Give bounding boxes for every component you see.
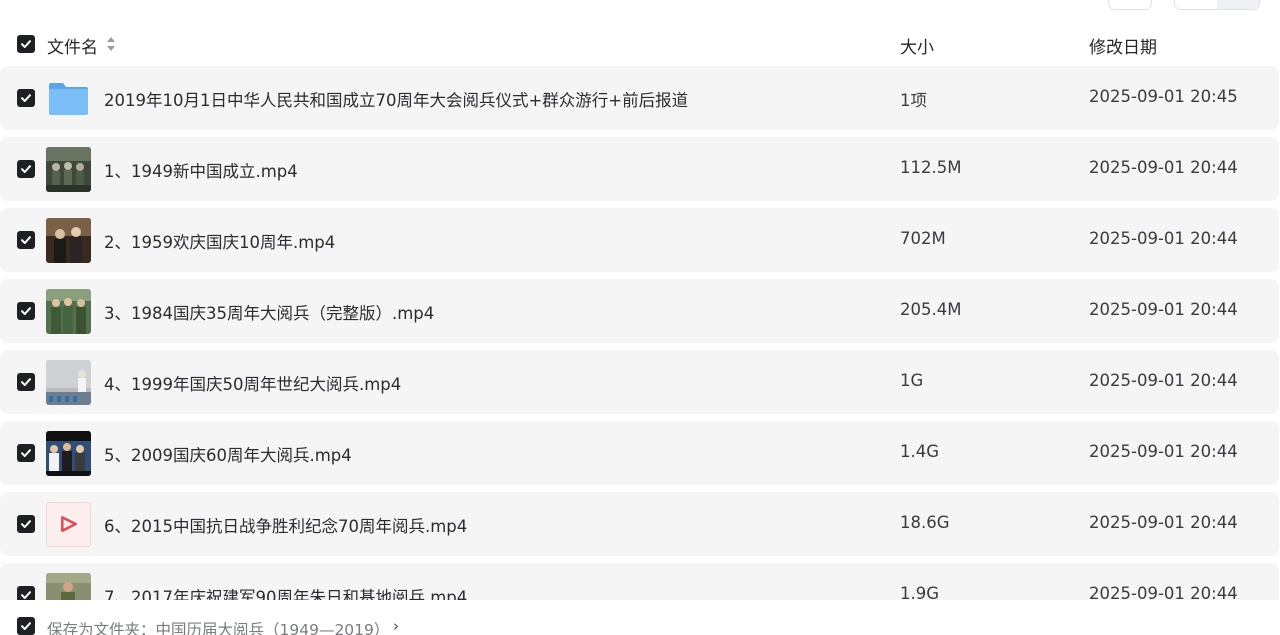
row-checkbox[interactable] — [17, 160, 35, 178]
list-header: 文件名 大小 修改日期 — [0, 28, 1280, 62]
file-name[interactable]: 3、1984国庆35周年大阅兵（完整版）.mp4 — [104, 300, 434, 324]
file-date: 2025-09-01 20:44 — [1089, 584, 1238, 600]
row-checkbox[interactable] — [17, 231, 35, 249]
column-header-size[interactable]: 大小 — [900, 33, 934, 58]
file-date: 2025-09-01 20:44 — [1089, 371, 1238, 390]
file-size: 1.9G — [900, 584, 940, 600]
row-checkbox[interactable] — [17, 89, 35, 107]
file-size: 702M — [900, 229, 946, 248]
file-size: 112.5M — [900, 158, 962, 177]
table-row[interactable]: 5、2009国庆60周年大阅兵.mp4 1.4G 2025-09-01 20:4… — [0, 421, 1279, 485]
table-row[interactable]: 1、1949新中国成立.mp4 112.5M 2025-09-01 20:44 — [0, 137, 1279, 201]
folder-icon — [46, 76, 91, 121]
file-date: 2025-09-01 20:45 — [1089, 87, 1238, 106]
file-size: 205.4M — [900, 300, 962, 319]
video-thumbnail — [46, 573, 91, 600]
select-all-checkbox[interactable] — [17, 35, 35, 53]
row-checkbox[interactable] — [17, 302, 35, 320]
table-row[interactable]: 2019年10月1日中华人民共和国成立70周年大会阅兵仪式+群众游行+前后报道 … — [0, 66, 1279, 130]
chevron-right-icon[interactable]: › — [393, 617, 399, 635]
file-name[interactable]: 6、2015中国抗日战争胜利纪念70周年阅兵.mp4 — [104, 513, 467, 537]
column-header-name[interactable]: 文件名 — [47, 33, 98, 58]
file-name[interactable]: 2019年10月1日中华人民共和国成立70周年大会阅兵仪式+群众游行+前后报道 — [104, 87, 688, 111]
row-checkbox[interactable] — [17, 444, 35, 462]
video-thumbnail — [46, 289, 91, 334]
file-size: 1项 — [900, 91, 927, 110]
save-as-folder-label[interactable]: 保存为文件夹：中国历届大阅兵（1949—2019） — [47, 618, 389, 635]
video-thumbnail — [46, 431, 91, 476]
file-date: 2025-09-01 20:44 — [1089, 513, 1238, 532]
table-row[interactable]: 7、2017年庆祝建军90周年朱日和基地阅兵.mp4 1.9G 2025-09-… — [0, 563, 1279, 600]
file-name[interactable]: 1、1949新中国成立.mp4 — [104, 158, 298, 182]
video-thumbnail — [46, 218, 91, 263]
sort-icon[interactable] — [106, 36, 116, 52]
video-thumbnail — [46, 360, 91, 405]
row-checkbox[interactable] — [17, 515, 35, 533]
file-list: 2019年10月1日中华人民共和国成立70周年大会阅兵仪式+群众游行+前后报道 … — [0, 66, 1280, 600]
file-name[interactable]: 5、2009国庆60周年大阅兵.mp4 — [104, 442, 352, 466]
file-name[interactable]: 2、1959欢庆国庆10周年.mp4 — [104, 229, 335, 253]
file-name[interactable]: 7、2017年庆祝建军90周年朱日和基地阅兵.mp4 — [104, 584, 467, 600]
file-size: 1G — [900, 371, 924, 390]
column-header-date[interactable]: 修改日期 — [1089, 33, 1157, 58]
file-size: 1.4G — [900, 442, 940, 461]
table-row[interactable]: 2、1959欢庆国庆10周年.mp4 702M 2025-09-01 20:44 — [0, 208, 1279, 272]
row-checkbox[interactable] — [17, 373, 35, 391]
video-play-icon — [46, 502, 91, 547]
file-date: 2025-09-01 20:44 — [1089, 300, 1238, 319]
file-date: 2025-09-01 20:44 — [1089, 158, 1238, 177]
file-save-dialog: 文件名 大小 修改日期 2019年10月1日中华人民共和国成立70周年大会阅兵仪… — [0, 0, 1280, 635]
table-row[interactable]: 4、1999年国庆50周年世纪大阅兵.mp4 1G 2025-09-01 20:… — [0, 350, 1279, 414]
file-date: 2025-09-01 20:44 — [1089, 442, 1238, 461]
save-as-folder-checkbox[interactable] — [17, 617, 35, 635]
file-date: 2025-09-01 20:44 — [1089, 229, 1238, 248]
file-size: 18.6G — [900, 513, 950, 532]
row-checkbox[interactable] — [17, 586, 35, 600]
save-options-bar: 保存为文件夹：中国历届大阅兵（1949—2019） › — [0, 600, 1280, 635]
toolbar-button[interactable] — [1108, 0, 1152, 10]
view-toggle[interactable] — [1174, 0, 1260, 10]
table-row[interactable]: 6、2015中国抗日战争胜利纪念70周年阅兵.mp4 18.6G 2025-09… — [0, 492, 1279, 556]
file-name[interactable]: 4、1999年国庆50周年世纪大阅兵.mp4 — [104, 371, 401, 395]
table-row[interactable]: 3、1984国庆35周年大阅兵（完整版）.mp4 205.4M 2025-09-… — [0, 279, 1279, 343]
video-thumbnail — [46, 147, 91, 192]
